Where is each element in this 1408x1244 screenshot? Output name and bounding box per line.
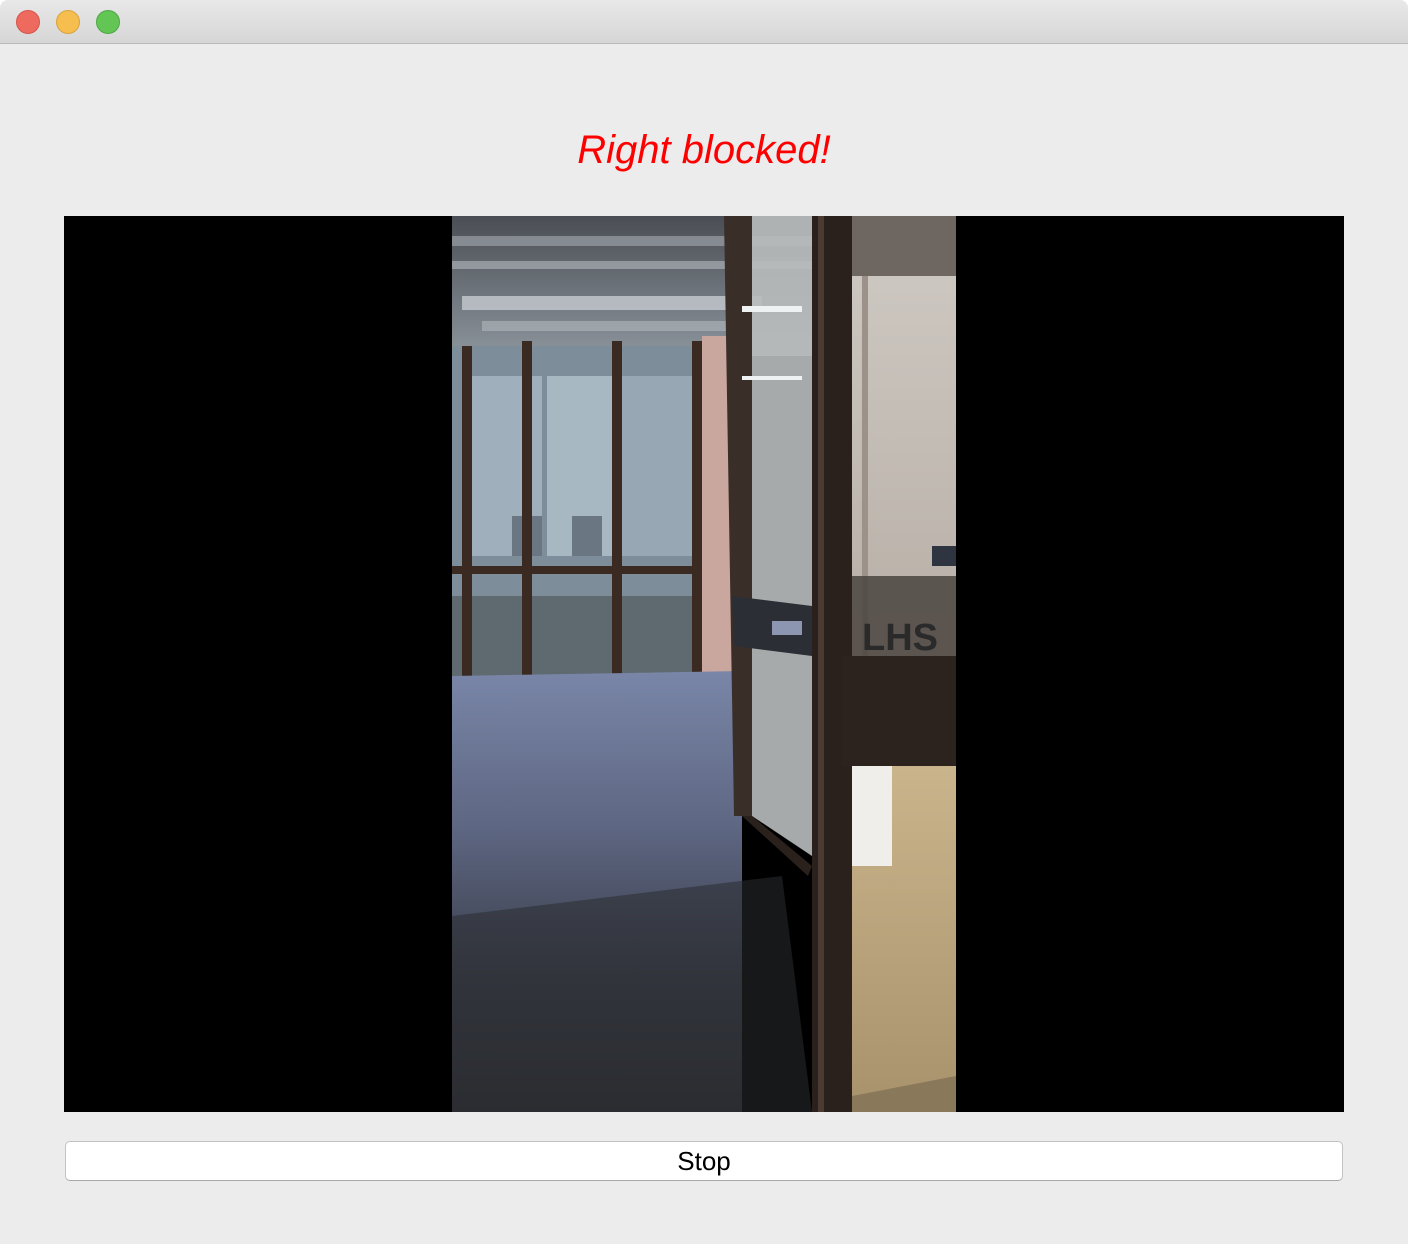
- stop-button[interactable]: Stop: [65, 1141, 1343, 1181]
- video-view: LHS: [64, 216, 1344, 1112]
- sign-text: LHS: [862, 617, 938, 659]
- title-bar: [0, 0, 1408, 44]
- minimize-icon[interactable]: [56, 10, 80, 34]
- status-label: Right blocked!: [577, 128, 831, 172]
- close-icon[interactable]: [16, 10, 40, 34]
- camera-frame: LHS: [452, 216, 956, 1112]
- app-window: Right blocked! LHS Stop: [0, 0, 1408, 1244]
- maximize-icon[interactable]: [96, 10, 120, 34]
